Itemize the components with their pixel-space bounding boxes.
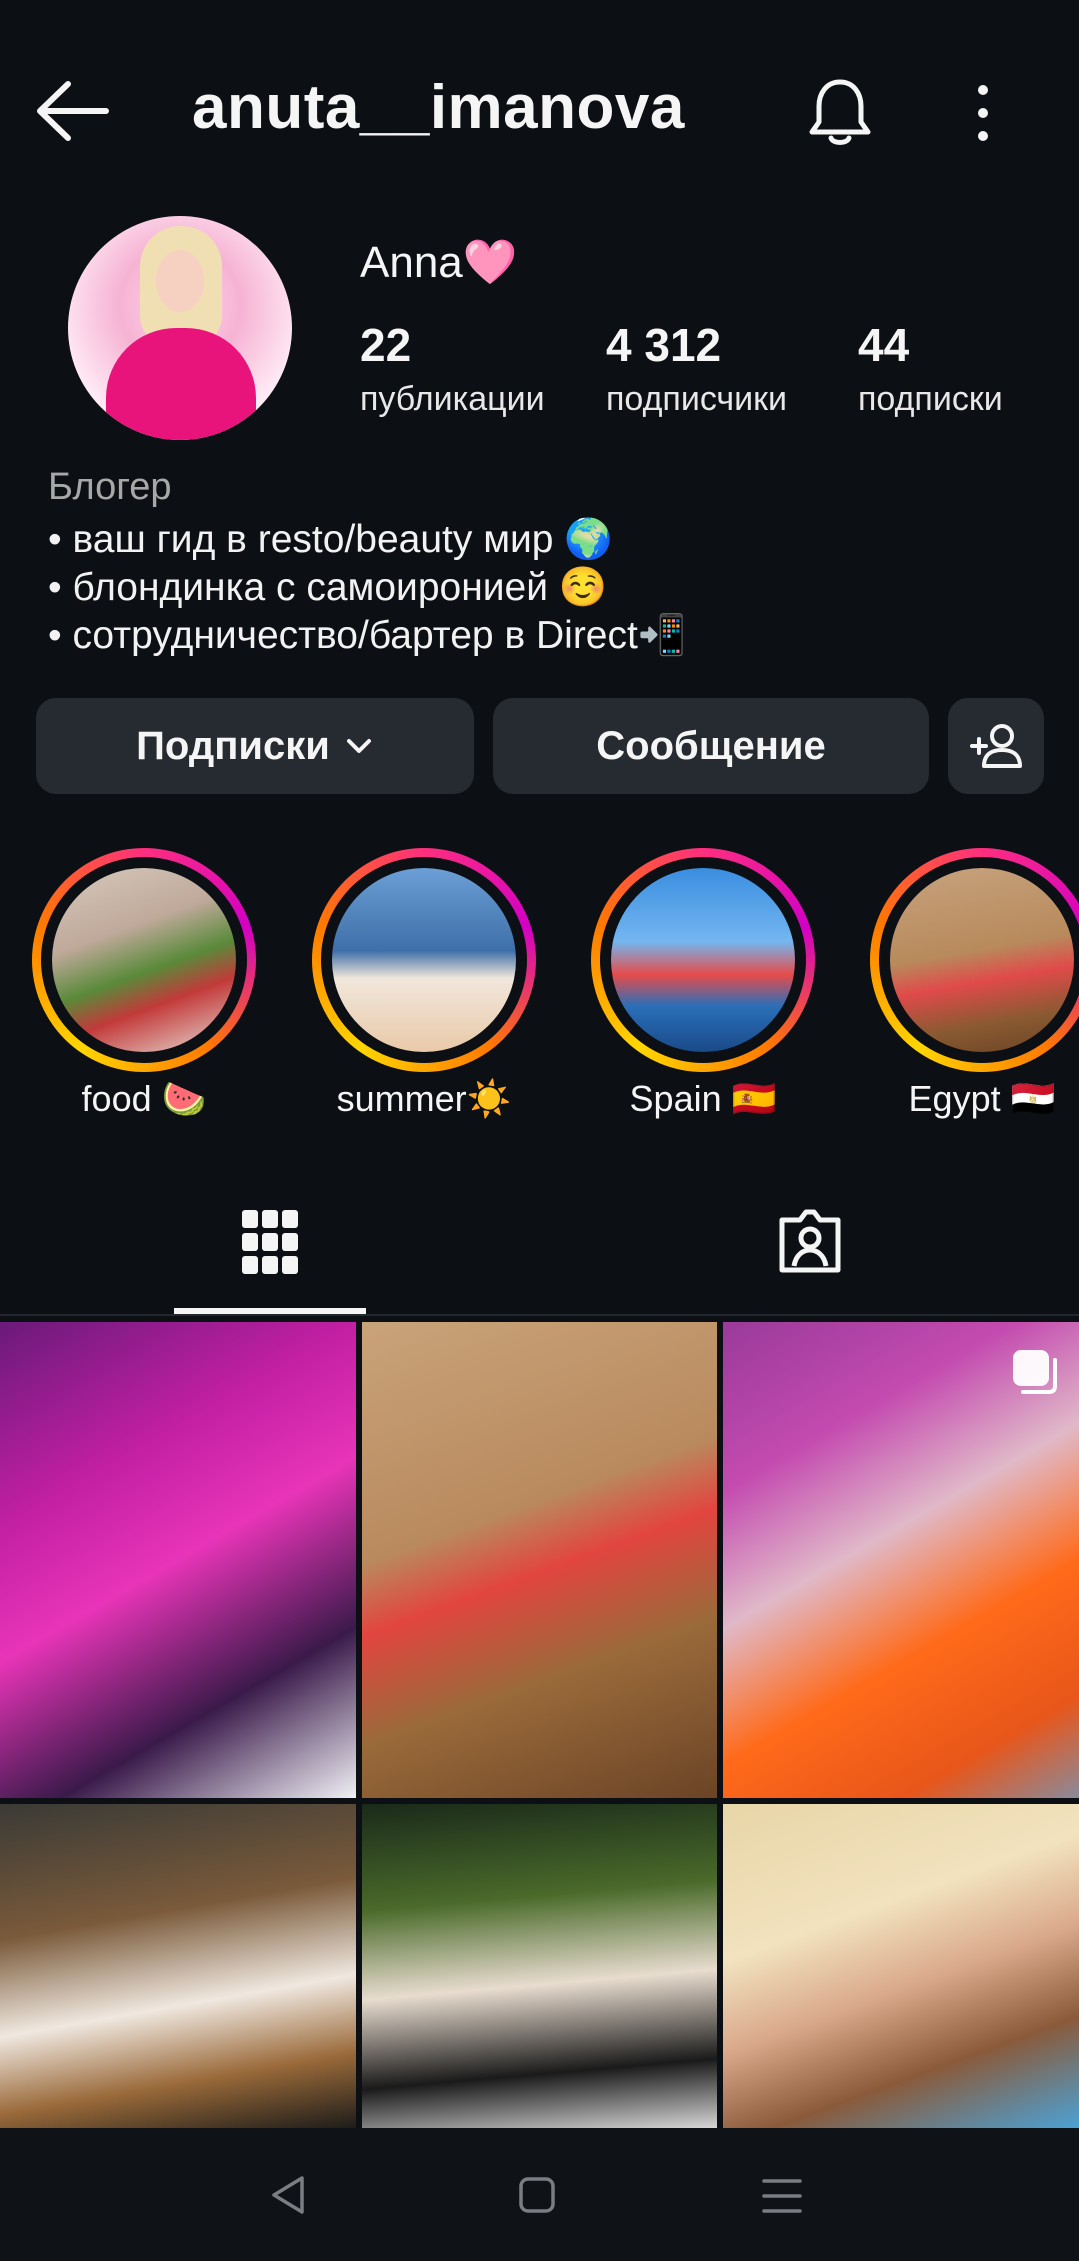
add-person-icon (970, 724, 1022, 768)
stat-followers[interactable]: 4 312 подписчики (606, 318, 787, 419)
stat-followers-value: 4 312 (606, 319, 722, 371)
highlight-spain[interactable] (591, 848, 815, 1072)
following-button-label: Подписки (136, 723, 330, 768)
post-thumbnail[interactable] (362, 1322, 717, 1798)
highlight-food[interactable] (32, 848, 256, 1072)
suggest-people-button[interactable] (948, 698, 1044, 794)
highlight-label: Egypt 🇪🇬 (908, 1078, 1056, 1119)
bell-icon (809, 79, 871, 145)
back-arrow-icon (37, 81, 109, 141)
tab-tagged[interactable] (776, 1208, 844, 1281)
post-thumbnail[interactable] (723, 1322, 1079, 1798)
post-thumbnail[interactable] (723, 1804, 1079, 2130)
system-nav-bar (0, 2128, 1079, 2261)
highlight-label: Spain 🇪🇸 (629, 1078, 777, 1119)
tab-divider (0, 1314, 1079, 1316)
following-button[interactable]: Подписки (36, 698, 474, 794)
nav-home-icon (519, 2177, 555, 2213)
avatar[interactable] (68, 216, 292, 440)
carousel-icon (1013, 1350, 1057, 1394)
more-options-button[interactable] (968, 84, 998, 142)
highlight-label: food 🍉 (81, 1078, 207, 1119)
highlight-summer[interactable] (312, 848, 536, 1072)
bio-category: Блогер (48, 466, 172, 508)
stat-following-label: подписки (858, 380, 1003, 418)
stat-following[interactable]: 44 подписки (858, 318, 1003, 419)
message-button[interactable]: Сообщение (493, 698, 929, 794)
bio-line: • ваш гид в resto/beauty мир 🌍 (48, 518, 613, 561)
stat-posts[interactable]: 22 публикации (360, 318, 545, 419)
more-vertical-icon (978, 85, 988, 141)
system-home-button[interactable] (518, 2176, 556, 2219)
post-thumbnail[interactable] (0, 1322, 356, 1798)
nav-back-icon (272, 2176, 304, 2214)
bio-line: • сотрудничество/бартер в Direct📲 (48, 614, 687, 657)
stat-following-value: 44 (858, 319, 910, 371)
stat-followers-label: подписчики (606, 380, 788, 418)
back-button[interactable] (34, 78, 110, 144)
tab-grid[interactable] (240, 1208, 300, 1281)
nav-menu-icon (762, 2179, 802, 2213)
chevron-down-icon (346, 739, 371, 753)
highlight-label: summer☀️ (336, 1078, 512, 1119)
system-recents-button[interactable] (762, 2178, 802, 2219)
stat-posts-label: публикации (360, 380, 545, 418)
grid-icon (242, 1210, 298, 1274)
bio-line: • блондинка с самоиронией ☺️ (48, 566, 608, 609)
display-name: Anna🩷 (360, 238, 518, 287)
profile-username: anuta__imanova (192, 73, 685, 142)
notifications-button[interactable] (806, 76, 874, 148)
message-button-label: Сообщение (596, 723, 826, 768)
post-thumbnail[interactable] (0, 1804, 356, 2130)
post-thumbnail[interactable] (362, 1804, 717, 2130)
tagged-icon (779, 1209, 841, 1273)
highlight-egypt[interactable] (870, 848, 1079, 1072)
system-back-button[interactable] (268, 2174, 308, 2221)
stat-posts-value: 22 (360, 319, 412, 371)
